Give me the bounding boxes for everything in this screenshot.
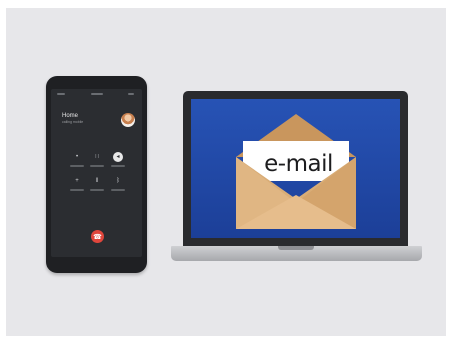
phone-screen: Home calling mobile • ∷ ◂ + ‖ ᛒ ☎ <box>51 89 142 257</box>
speaker-icon: ◂ <box>116 154 120 160</box>
bluetooth-button[interactable]: ᛒ <box>113 176 123 186</box>
hold-icon: ‖ <box>95 178 99 184</box>
laptop-screen: e-mail <box>191 99 400 238</box>
caller-name: Home <box>62 113 79 119</box>
caller-avatar <box>121 113 135 127</box>
smartphone: Home calling mobile • ∷ ◂ + ‖ ᛒ ☎ <box>46 76 147 273</box>
email-label: e-mail <box>264 151 333 177</box>
microphone-icon: • <box>75 154 79 160</box>
keypad-button[interactable]: ∷ <box>92 152 102 162</box>
mute-label <box>70 165 84 167</box>
laptop-base <box>171 246 422 261</box>
hold-button[interactable]: ‖ <box>92 176 102 186</box>
end-call-button[interactable]: ☎ <box>91 230 104 243</box>
status-time <box>91 93 103 95</box>
speaker-button[interactable]: ◂ <box>113 152 123 162</box>
phone-hangup-icon: ☎ <box>93 233 102 241</box>
status-battery-icon <box>128 93 134 95</box>
add-call-button[interactable]: + <box>72 176 82 186</box>
laptop-trackpad-notch <box>278 246 314 250</box>
keypad-icon: ∷ <box>95 154 99 160</box>
keypad-label <box>90 165 104 167</box>
add-call-icon: + <box>75 178 79 184</box>
add-call-label <box>70 189 84 191</box>
status-signal-icon <box>57 93 65 95</box>
laptop: e-mail <box>183 91 408 246</box>
caller-status: calling mobile <box>62 120 84 124</box>
speaker-label <box>111 165 125 167</box>
phone-status-bar <box>51 89 142 99</box>
bluetooth-label <box>111 189 125 191</box>
hold-label <box>90 189 104 191</box>
mute-button[interactable]: • <box>72 152 82 162</box>
bluetooth-icon: ᛒ <box>116 178 120 184</box>
